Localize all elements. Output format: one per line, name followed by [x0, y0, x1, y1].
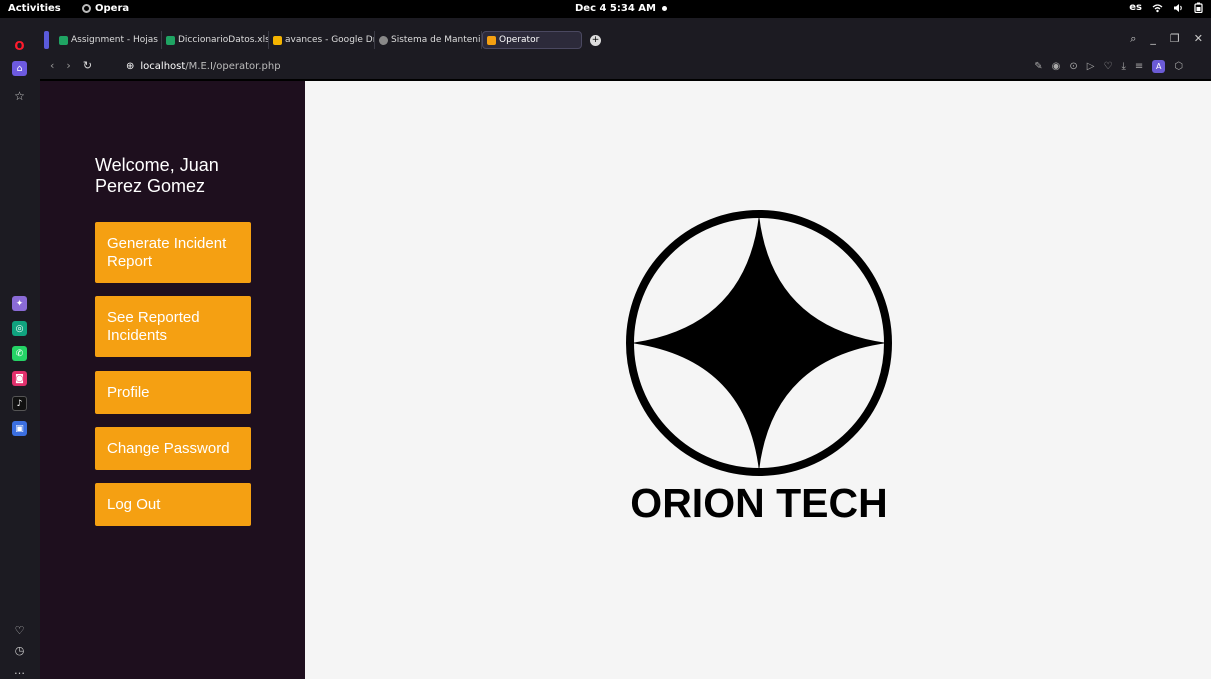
history-icon[interactable]: ◷ [12, 643, 27, 658]
tab-island-indicator [44, 31, 49, 49]
orion-star-emblem: ORION TECH [626, 210, 892, 526]
system-top-bar: Activities Opera Dec 4 5:34 AM es [0, 0, 1211, 18]
clock[interactable]: Dec 4 5:34 AM [575, 3, 667, 14]
generate-incident-report-button[interactable]: Generate Incident Report [95, 222, 251, 283]
chatgpt-icon[interactable]: ◎ [12, 321, 27, 336]
app-name: Opera [95, 3, 130, 14]
edit-icon[interactable]: ✎ [1034, 61, 1042, 72]
tab-operator[interactable]: Operator [482, 31, 582, 49]
tab-avances[interactable]: avances - Google Dr [269, 31, 375, 49]
tab-sistema[interactable]: Sistema de Mantenir [375, 31, 482, 49]
activities-button[interactable]: Activities [8, 3, 61, 14]
whatsapp-icon[interactable]: ✆ [12, 346, 27, 361]
google-drive-icon [273, 35, 282, 45]
address-bar: ‹ › ↻ ⊕ localhost/M.E.I/operator.php ✎ ◉… [40, 54, 1211, 80]
app-menu[interactable]: Opera [82, 3, 129, 14]
player-icon[interactable]: ▷ [1087, 61, 1095, 72]
sheets-icon [59, 35, 68, 45]
browser-sidebar: O ⌂ ☆ ✦ ◎ ✆ ◙ ♪ ▣ ♡ ◷ … [0, 18, 40, 679]
clock-text: Dec 4 5:34 AM [575, 3, 656, 14]
easy-setup-icon[interactable]: ≡ [1135, 61, 1143, 72]
url-field[interactable]: ⊕ localhost/M.E.I/operator.php [126, 61, 281, 72]
tab-label: Assignment - Hojas [71, 35, 158, 45]
profile-icon[interactable]: A [1152, 60, 1166, 73]
tab-diccionario[interactable]: DiccionarioDatos.xls [162, 31, 269, 49]
opera-menu-icon[interactable]: O [12, 38, 27, 53]
back-icon[interactable]: ‹ [50, 59, 54, 72]
tab-list: Assignment - Hojas DiccionarioDatos.xls … [44, 31, 601, 49]
notification-dot [661, 5, 667, 11]
reload-icon[interactable]: ↻ [83, 59, 92, 72]
app-sidebar: Welcome, Juan Perez Gomez Generate Incid… [40, 81, 305, 679]
wifi-icon [1152, 3, 1163, 12]
window-controls: ⌕ _ ❐ ✕ [1130, 32, 1203, 46]
profile-button[interactable]: Profile [95, 371, 251, 414]
page-content: Welcome, Juan Perez Gomez Generate Incid… [40, 81, 1211, 679]
aria-icon[interactable]: ✦ [12, 296, 27, 311]
system-tray[interactable]: es [1129, 2, 1203, 13]
url-host: localhost [140, 61, 186, 72]
battery-icon [1194, 2, 1203, 13]
restore-icon[interactable]: ❐ [1170, 32, 1180, 46]
tiktok-icon[interactable]: ♪ [12, 396, 27, 411]
url-path: /M.E.I/operator.php [185, 61, 281, 72]
volume-icon [1174, 3, 1182, 12]
toolbar-icons: ✎ ◉ ⊙ ▷ ♡ ⤓ ≡ A ⬡ [1034, 60, 1183, 73]
nav-buttons: ‹ › ↻ [50, 59, 92, 72]
vpn-icon[interactable]: ⊙ [1069, 61, 1077, 72]
site-info-icon[interactable]: ⊕ [126, 61, 134, 72]
close-icon[interactable]: ✕ [1194, 32, 1203, 46]
search-tabs-icon[interactable]: ⌕ [1130, 32, 1136, 46]
download-icon[interactable]: ⤓ [1121, 61, 1125, 72]
more-icon[interactable]: … [12, 663, 27, 678]
tab-strip: Assignment - Hojas DiccionarioDatos.xls … [40, 18, 1211, 54]
change-password-button[interactable]: Change Password [95, 427, 251, 470]
log-out-button[interactable]: Log Out [95, 483, 251, 526]
heart-icon[interactable]: ♡ [1103, 61, 1112, 72]
welcome-message: Welcome, Juan Perez Gomez [95, 155, 219, 196]
opera-icon [82, 4, 91, 13]
tab-label: DiccionarioDatos.xls [178, 35, 269, 45]
minimize-icon[interactable]: _ [1150, 32, 1156, 46]
globe-icon [379, 35, 388, 45]
home-icon[interactable]: ⌂ [12, 61, 27, 76]
language-indicator[interactable]: es [1129, 2, 1142, 13]
new-tab-icon[interactable]: + [590, 34, 601, 46]
extension-icon[interactable]: ▣ [12, 421, 27, 436]
page-icon [487, 35, 496, 45]
heart-icon[interactable]: ♡ [12, 623, 27, 638]
instagram-icon[interactable]: ◙ [12, 371, 27, 386]
orion-tech-logo: ORION TECH [624, 209, 894, 533]
tab-assignment[interactable]: Assignment - Hojas [55, 31, 162, 49]
snapshot-icon[interactable]: ◉ [1052, 61, 1061, 72]
tab-label: Sistema de Mantenir [391, 35, 482, 45]
tab-label: avances - Google Dr [285, 35, 375, 45]
extensions-icon[interactable]: ⬡ [1174, 61, 1183, 72]
tab-label: Operator [499, 35, 540, 45]
forward-icon[interactable]: › [66, 59, 70, 72]
see-reported-incidents-button[interactable]: See Reported Incidents [95, 296, 251, 357]
logo-text: ORION TECH [630, 480, 887, 526]
bookmarks-icon[interactable]: ☆ [12, 88, 27, 103]
sheets-icon [166, 35, 175, 45]
